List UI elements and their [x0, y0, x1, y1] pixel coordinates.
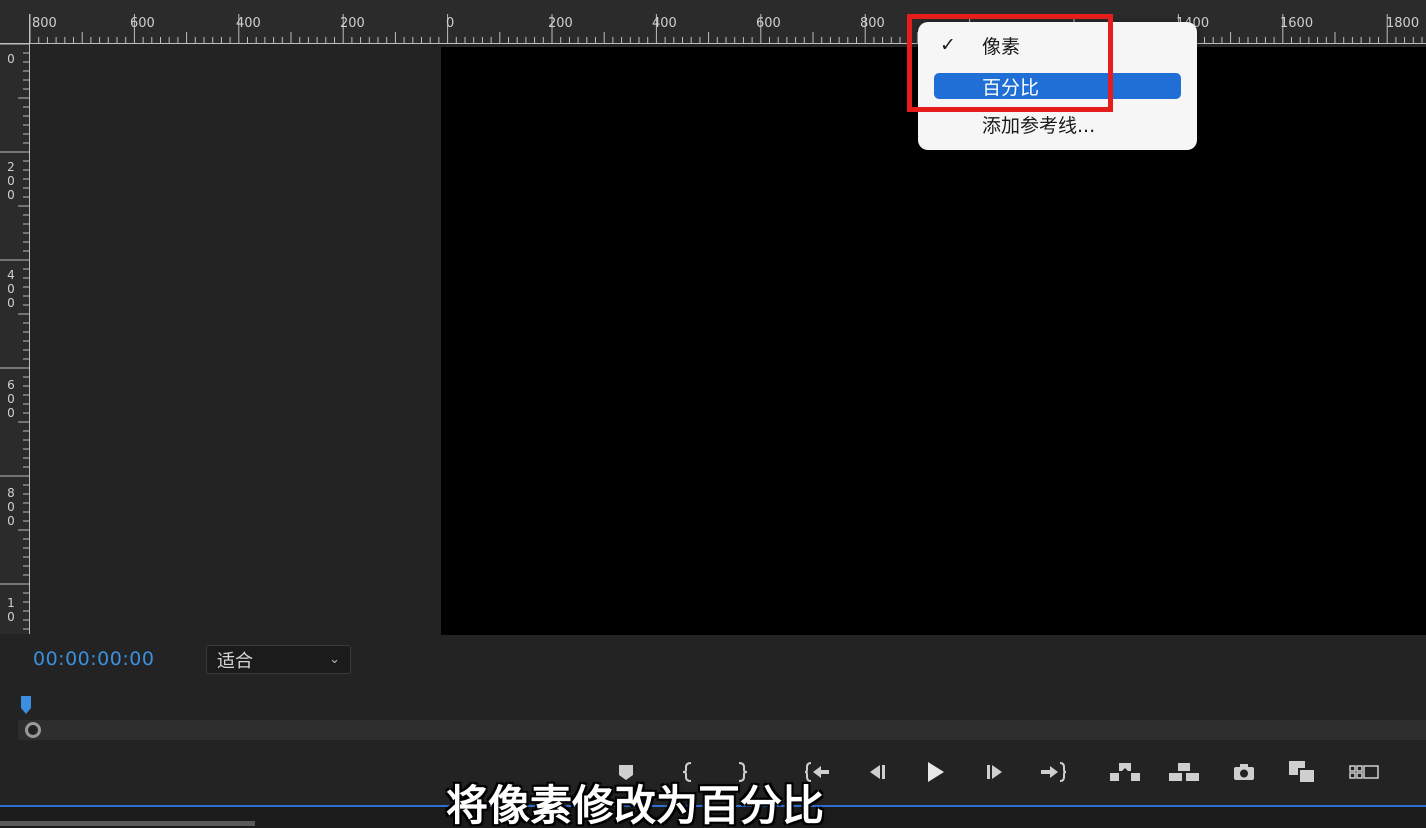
ruler-top-label: 600	[130, 16, 155, 31]
compare-view-button[interactable]	[1285, 752, 1319, 792]
ruler-top-label: 800	[32, 16, 57, 31]
playhead-marker-icon[interactable]	[21, 696, 31, 714]
ruler-top-label: 400	[236, 16, 261, 31]
menu-item-add-guide[interactable]: 添加参考线...	[934, 111, 1181, 137]
ruler-top-label: 800	[860, 16, 885, 31]
ruler-left-label: 6 0 0	[7, 378, 15, 420]
annotation-highlight-box	[907, 14, 1113, 112]
scrub-bar[interactable]	[18, 720, 1426, 740]
ruler-left-ticks	[0, 44, 30, 630]
ruler-left-label: 8 0 0	[7, 486, 15, 528]
button-editor-button[interactable]	[1346, 752, 1382, 792]
menu-item-label: 添加参考线...	[982, 114, 1096, 137]
ruler-top-label: 400	[652, 16, 677, 31]
button-editor-icon	[1349, 765, 1379, 779]
ruler-left-label: 4 0 0	[7, 268, 15, 310]
ruler-top[interactable]: 800 600 400 200 0 200 400 600 800 1400 1…	[30, 14, 1426, 44]
ruler-corner	[0, 14, 30, 44]
zoom-fit-select[interactable]: 适合 ⌄	[206, 645, 351, 674]
zoom-fit-value: 适合	[217, 650, 253, 672]
video-subtitle: 将像素修改为百分比	[445, 781, 824, 828]
ruler-left-label: 2 0 0	[7, 160, 15, 202]
ruler-left-label: 0	[7, 52, 15, 66]
ruler-top-label: 1800	[1386, 16, 1420, 31]
zoom-scroll-handle[interactable]	[25, 722, 41, 738]
ruler-top-label: 1600	[1280, 16, 1314, 31]
ruler-top-label: 0	[446, 16, 455, 31]
chevron-down-icon: ⌄	[329, 652, 340, 667]
ruler-left-label: 1 0	[7, 596, 15, 624]
playhead-timecode[interactable]: 00:00:00:00	[33, 648, 154, 670]
ruler-top-label: 600	[756, 16, 781, 31]
top-strip	[0, 0, 1426, 14]
compare-view-icon	[1289, 761, 1316, 784]
ruler-left[interactable]: 0 2 0 0 4 0 0 6 0 0 8 0 0 1 0	[0, 44, 30, 634]
ruler-top-label: 200	[340, 16, 365, 31]
ruler-top-label: 200	[548, 16, 573, 31]
